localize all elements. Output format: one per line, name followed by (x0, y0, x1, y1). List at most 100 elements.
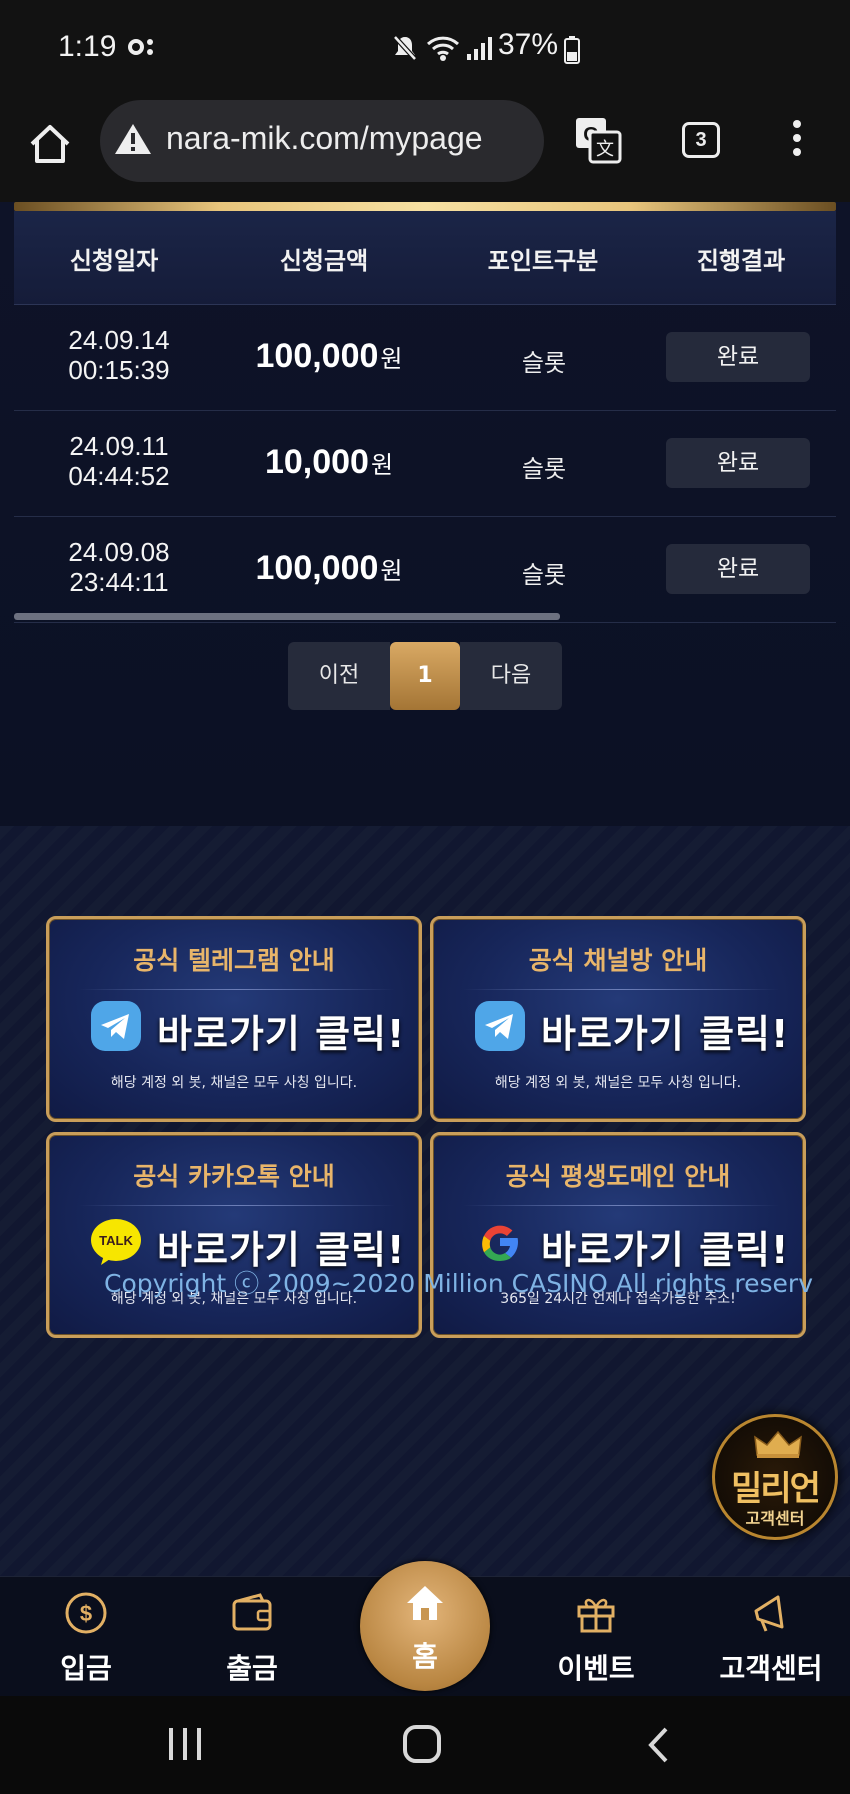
banner-cta: 바로가기 클릭! (541, 1012, 790, 1056)
row-amount: 100,000원 (214, 337, 444, 376)
system-nav-bar (0, 1696, 850, 1794)
nav-support[interactable]: 고객센터 (706, 1577, 836, 1697)
browser-home-icon[interactable] (26, 120, 74, 168)
amount-value: 10,000 (264, 443, 369, 481)
home-icon (407, 1586, 443, 1620)
row-amount: 100,000원 (214, 549, 444, 588)
status-badge: 완료 (666, 438, 810, 488)
svg-text:文: 文 (596, 139, 614, 160)
amount-unit: 원 (370, 452, 394, 479)
nav-home-button[interactable]: 홈 (360, 1561, 490, 1691)
url-bar[interactable]: nara-mik.com/mypage (100, 100, 544, 182)
browser-toolbar: nara-mik.com/mypage G 文 3 (0, 96, 850, 202)
support-badge-sub: 고객센터 (745, 1509, 805, 1528)
prev-page-button[interactable]: 이전 (288, 642, 390, 710)
banner-divider (463, 989, 779, 990)
nav-home-label: 홈 (412, 1640, 438, 1673)
page-1-button[interactable]: 1 (390, 642, 460, 710)
banner-cta: 바로가기 클릭! (157, 1012, 406, 1056)
warning-icon[interactable] (114, 122, 152, 156)
status-badge: 완료 (666, 332, 810, 382)
telegram-icon (91, 1001, 141, 1051)
channel-banner[interactable]: 공식 채널방 안내 바로가기 클릭! 해당 계정 외 봇, 채널은 모두 사칭 … (430, 916, 806, 1122)
amount-value: 100,000 (255, 337, 379, 375)
megaphone-icon (754, 1595, 784, 1632)
status-bar: 1:19 37% (0, 0, 850, 96)
banner-subtext: 해당 계정 외 봇, 채널은 모두 사칭 입니다. (110, 1075, 358, 1091)
row-amount: 10,000원 (214, 443, 444, 482)
table-row: 24.09.11 04:44:52 10,000원 슬롯 완료 (14, 411, 836, 517)
header-date: 신청일자 (69, 247, 159, 275)
amount-unit: 원 (380, 346, 403, 373)
banner-title: 공식 카카오톡 안내 (133, 1162, 335, 1191)
copyright-text: Copyright ⓒ 2009~2020 Million CASINO All… (104, 1269, 813, 1298)
translate-icon[interactable]: G 文 (574, 116, 622, 164)
banner-subtext: 해당 계정 외 봇, 채널은 모두 사칭 입니다. (494, 1075, 742, 1091)
tab-switcher-button[interactable]: 3 (682, 122, 720, 158)
nav-deposit[interactable]: $ 입금 (26, 1577, 146, 1697)
telegram-icon (475, 1001, 525, 1051)
status-time: 1:19 (58, 30, 117, 63)
row-time: 00:15:39 (68, 355, 170, 385)
table-row: 24.09.08 23:44:11 100,000원 슬롯 완료 (14, 517, 836, 623)
banner-title: 공식 채널방 안내 (528, 946, 708, 975)
support-badge-name: 밀리언 (731, 1469, 821, 1509)
kakaotalk-banner[interactable]: 공식 카카오톡 안내 TALK 바로가기 클릭! 해당 계정 외 봇, 채널은 … (46, 1132, 422, 1338)
row-point-type: 슬롯 (521, 561, 567, 589)
signal-icon (467, 37, 492, 60)
domain-banner[interactable]: 공식 평생도메인 안내 바로가기 클릭! 365일 24시간 언제나 접속가능한… (430, 1132, 806, 1338)
amount-unit: 원 (380, 558, 403, 585)
kakaotalk-icon: TALK (91, 1219, 141, 1265)
horizontal-scrollbar[interactable] (14, 613, 560, 620)
nav-withdraw-label: 출금 (226, 1652, 278, 1685)
recents-icon[interactable] (166, 1726, 204, 1762)
support-center-badge[interactable]: 밀리언 고객센터 (712, 1414, 838, 1540)
page-content: 신청일자 신청금액 포인트구분 진행결과 24.09.14 00:15:39 1… (0, 202, 850, 1576)
banner-divider (463, 1205, 779, 1206)
row-date: 24.09.14 (68, 325, 170, 355)
table-header: 신청일자 신청금액 포인트구분 진행결과 (14, 211, 836, 305)
banner-title: 공식 텔레그램 안내 (133, 946, 335, 975)
amount-value: 100,000 (255, 549, 379, 587)
header-point-type: 포인트구분 (487, 247, 599, 275)
svg-text:$: $ (80, 1601, 92, 1626)
row-time: 23:44:11 (69, 567, 169, 597)
bottom-nav: $ 입금 출금 홈 이벤트 고객센터 (0, 1561, 850, 1697)
nav-support-label: 고객센터 (719, 1652, 823, 1685)
table-row: 24.09.14 00:15:39 100,000원 슬롯 완료 (14, 305, 836, 411)
banner-divider (79, 1205, 395, 1206)
home-nav-icon[interactable] (402, 1724, 442, 1764)
crown-icon (754, 1430, 802, 1458)
dollar-coin-icon: $ (65, 1592, 107, 1634)
wifi-icon (426, 36, 460, 61)
row-datetime: 24.09.14 00:15:39 (44, 325, 194, 385)
banner-title: 공식 평생도메인 안내 (505, 1162, 731, 1191)
pagination: 이전 1 다음 (288, 642, 562, 710)
row-datetime: 24.09.08 23:44:11 (44, 537, 194, 597)
browser-menu-icon[interactable] (790, 120, 804, 162)
row-datetime: 24.09.11 04:44:52 (44, 431, 194, 491)
telegram-banner[interactable]: 공식 텔레그램 안내 바로가기 클릭! 해당 계정 외 봇, 채널은 모두 사칭… (46, 916, 422, 1122)
battery-icon (564, 36, 580, 64)
screen: 1:19 37% nara-mik.com/mypage 文 3 신청일자 신청… (0, 0, 850, 1794)
back-icon[interactable] (646, 1726, 672, 1764)
row-point-type: 슬롯 (521, 455, 567, 483)
notification-dots-icon (128, 39, 153, 55)
gift-icon (577, 1598, 615, 1633)
next-page-button[interactable]: 다음 (460, 642, 562, 710)
row-date: 24.09.08 (68, 537, 170, 567)
status-badge: 완료 (666, 544, 810, 594)
nav-deposit-label: 입금 (60, 1652, 112, 1685)
nav-event-label: 이벤트 (557, 1652, 635, 1685)
nav-event[interactable]: 이벤트 (536, 1577, 656, 1697)
banner-divider (79, 989, 395, 990)
gold-divider (14, 202, 836, 211)
wallet-icon (232, 1593, 272, 1631)
header-amount: 신청금액 (279, 247, 369, 275)
google-icon (482, 1225, 518, 1261)
url-text[interactable]: nara-mik.com/mypage (166, 120, 483, 157)
nav-withdraw[interactable]: 출금 (192, 1577, 312, 1697)
row-time: 04:44:52 (68, 461, 170, 491)
battery-percent: 37% (498, 28, 559, 61)
row-date: 24.09.11 (69, 431, 169, 461)
